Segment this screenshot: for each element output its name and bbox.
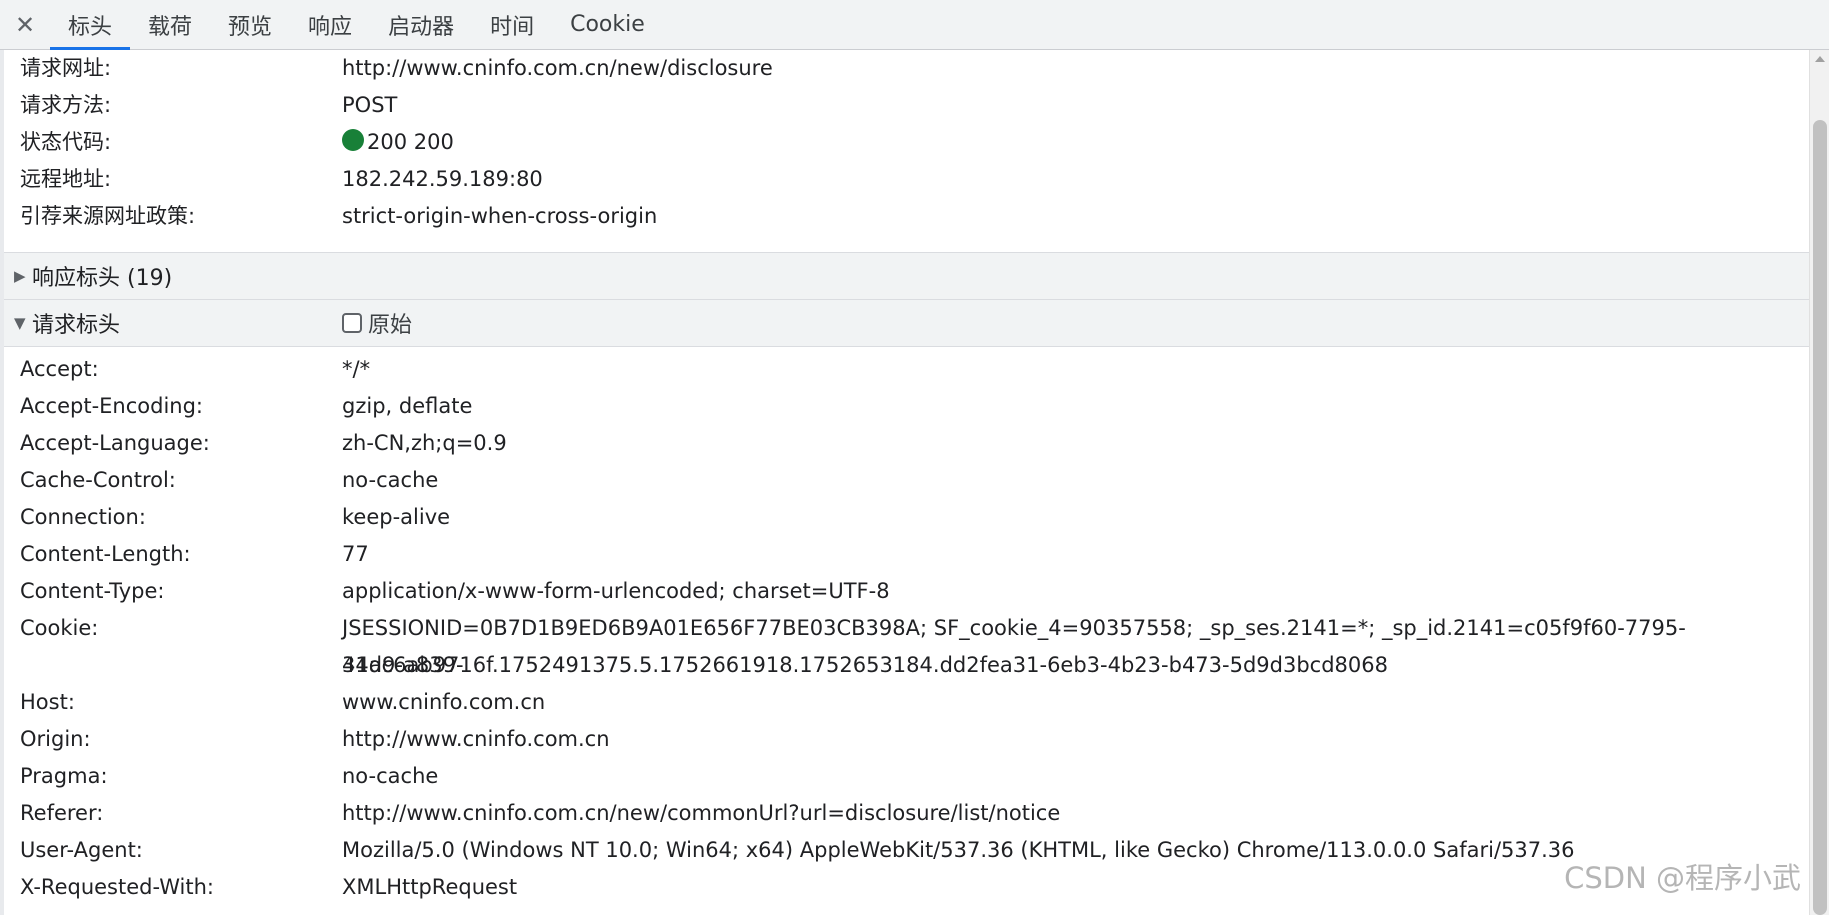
devtools-tab-bar: ✕ 标头 载荷 预览 响应 启动器 时间 Cookie (0, 0, 1829, 50)
header-key: Accept-Language: (20, 431, 210, 455)
header-value: Mozilla/5.0 (Windows NT 10.0; Win64; x64… (342, 838, 1575, 862)
header-key: Connection: (20, 505, 146, 529)
header-value: 77 (342, 542, 369, 566)
header-key: Content-Type: (20, 579, 165, 603)
header-key: Accept-Encoding: (20, 394, 204, 418)
tab-preview[interactable]: 预览 (210, 0, 290, 49)
header-key: 状态代码: (20, 130, 112, 154)
tab-initiator[interactable]: 启动器 (370, 0, 472, 49)
header-value: http://www.cninfo.com.cn (342, 727, 610, 751)
header-key: 引荐来源网址政策: (20, 204, 196, 228)
header-key: 远程地址: (20, 167, 112, 191)
caret-down-icon: ▼ (14, 314, 26, 332)
tab-headers[interactable]: 标头 (50, 0, 131, 50)
header-key: Cookie: (20, 616, 99, 640)
header-value: XMLHttpRequest (342, 875, 518, 899)
header-key: Origin: (20, 727, 91, 751)
header-value: www.cninfo.com.cn (342, 690, 546, 714)
tab-cookie[interactable]: Cookie (552, 0, 663, 49)
tab-timing[interactable]: 时间 (472, 0, 552, 49)
status-code: 200 200 (367, 130, 454, 154)
raw-label: 原始 (368, 313, 413, 338)
header-key: 请求网址: (20, 56, 112, 80)
raw-toggle[interactable]: 原始 (342, 307, 412, 339)
response-headers-section[interactable]: ▶ 响应标头 (19) (4, 252, 1809, 300)
raw-checkbox[interactable] (342, 313, 362, 333)
caret-right-icon: ▶ (14, 267, 26, 285)
tab-payload[interactable]: 载荷 (130, 0, 210, 49)
watermark: CSDN @程序小武 (1564, 861, 1801, 895)
request-headers-section[interactable]: ▼ 请求标头 原始 (4, 299, 1809, 347)
section-title: 请求标头 (32, 313, 121, 338)
status-value: 200 200 (342, 124, 1742, 161)
tab-response[interactable]: 响应 (290, 0, 370, 49)
header-value: http://www.cninfo.com.cn/new/commonUrl?u… (342, 801, 1061, 825)
header-key: Pragma: (20, 764, 108, 788)
header-value: application/x-www-form-urlencoded; chars… (342, 579, 890, 603)
header-value: keep-alive (342, 505, 451, 529)
scroll-thumb[interactable] (1813, 120, 1827, 915)
header-value: http://www.cninfo.com.cn/new/disclosure (342, 56, 773, 80)
header-value: 182.242.59.189:80 (342, 167, 543, 191)
header-key: Content-Length: (20, 542, 191, 566)
header-value: POST (342, 93, 398, 117)
status-dot-icon (342, 129, 364, 151)
header-value: no-cache (342, 764, 439, 788)
header-value: */* (342, 357, 371, 381)
close-icon[interactable]: ✕ (0, 0, 50, 50)
headers-panel: 请求网址: http://www.cninfo.com.cn/new/discl… (0, 50, 1809, 915)
header-value: zh-CN,zh;q=0.9 (342, 431, 507, 455)
header-key: Referer: (20, 801, 104, 825)
section-title: 响应标头 (19) (32, 266, 173, 291)
header-key: Host: (20, 690, 75, 714)
header-key: X-Requested-With: (20, 875, 214, 899)
header-value: strict-origin-when-cross-origin (342, 204, 658, 228)
header-value: gzip, deflate (342, 394, 473, 418)
vertical-scrollbar[interactable] (1809, 50, 1829, 915)
header-key: Cache-Control: (20, 468, 176, 492)
header-key: Accept: (20, 357, 99, 381)
scroll-up-arrow-icon[interactable] (1815, 56, 1825, 62)
header-key: User-Agent: (20, 838, 143, 862)
header-value: no-cache (342, 468, 439, 492)
header-value-continued: 34ac6ab9716f.1752491375.5.1752661918.175… (342, 653, 1388, 677)
header-key: 请求方法: (20, 93, 112, 117)
